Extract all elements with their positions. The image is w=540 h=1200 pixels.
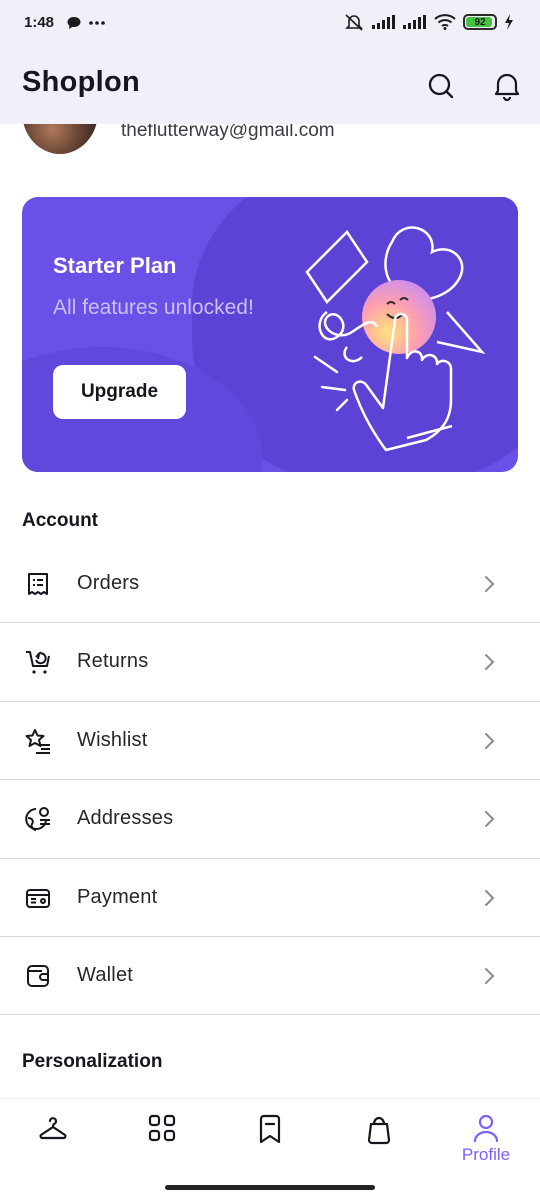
chevron-right-icon: [485, 967, 495, 984]
battery-icon: 92: [463, 14, 497, 30]
nav-item-discover[interactable]: [122, 1109, 202, 1173]
menu-item-payment[interactable]: Payment: [0, 859, 540, 937]
plan-title: Starter Plan: [53, 253, 177, 278]
search-icon: [428, 73, 454, 99]
status-bar: 1:48 92: [0, 0, 540, 50]
menu-label: Wallet: [77, 963, 134, 986]
star-list-icon: [25, 728, 50, 754]
more-dots-icon: [89, 21, 105, 25]
menu-label: Returns: [77, 650, 149, 673]
globe-pin-icon: [25, 807, 50, 832]
nav-label-profile: Profile: [461, 1145, 511, 1164]
plan-illustration: [305, 226, 486, 452]
chevron-right-icon: [485, 654, 495, 671]
battery-level: 92: [474, 16, 486, 28]
section-title-personalization: Personalization: [22, 1051, 163, 1072]
mute-icon: [345, 14, 363, 31]
wifi-icon: [434, 14, 456, 30]
plan-subtitle: All features unlocked!: [53, 296, 254, 319]
nav-item-bookmark[interactable]: [230, 1109, 310, 1173]
menu-item-orders[interactable]: Orders: [0, 545, 540, 624]
person-icon: [473, 1114, 499, 1143]
plan-card: Starter Plan All features unlocked! Upgr…: [22, 197, 518, 472]
menu-item-wallet[interactable]: Wallet: [0, 937, 540, 1016]
bookmark-icon: [259, 1114, 281, 1144]
menu-label: Payment: [77, 885, 158, 908]
signal-icon: [403, 15, 426, 29]
bell-icon: [494, 73, 520, 101]
notifications-button[interactable]: [491, 70, 523, 102]
app-title: Shoplon: [22, 66, 141, 98]
menu-item-wishlist[interactable]: Wishlist: [0, 702, 540, 781]
section-title-account: Account: [22, 510, 98, 531]
menu-item-returns[interactable]: Returns: [0, 623, 540, 702]
nav-item-shop[interactable]: [13, 1109, 93, 1173]
bag-icon: [367, 1116, 391, 1145]
nav-item-profile[interactable]: Profile: [446, 1109, 526, 1173]
status-time: 1:48: [24, 14, 55, 31]
menu-item-addresses[interactable]: Addresses: [0, 780, 540, 859]
upgrade-button[interactable]: Upgrade: [53, 365, 186, 419]
wallet-icon: [27, 964, 49, 987]
chevron-right-icon: [485, 811, 495, 828]
search-button[interactable]: [425, 70, 457, 102]
signal-icon: [372, 15, 395, 29]
chevron-right-icon: [485, 732, 495, 749]
menu-label: Addresses: [77, 807, 174, 830]
home-indicator: [165, 1185, 375, 1190]
receipt-icon: [28, 573, 48, 595]
chevron-right-icon: [485, 576, 495, 592]
menu-label: Orders: [77, 572, 140, 594]
hanger-icon: [39, 1117, 67, 1140]
menu-label: Wishlist: [77, 728, 148, 751]
grid-icon: [148, 1114, 176, 1142]
card-icon: [26, 888, 50, 908]
chevron-right-icon: [485, 889, 495, 906]
cart-return-icon: [26, 651, 50, 674]
charging-icon: [505, 14, 513, 30]
chat-bubble-icon: [67, 17, 81, 29]
account-menu: Orders Returns Wishlist Addresses Paymen…: [0, 545, 540, 1016]
nav-item-bag[interactable]: [339, 1109, 419, 1173]
top-bar: 1:48 92 Shoplon: [0, 0, 540, 124]
